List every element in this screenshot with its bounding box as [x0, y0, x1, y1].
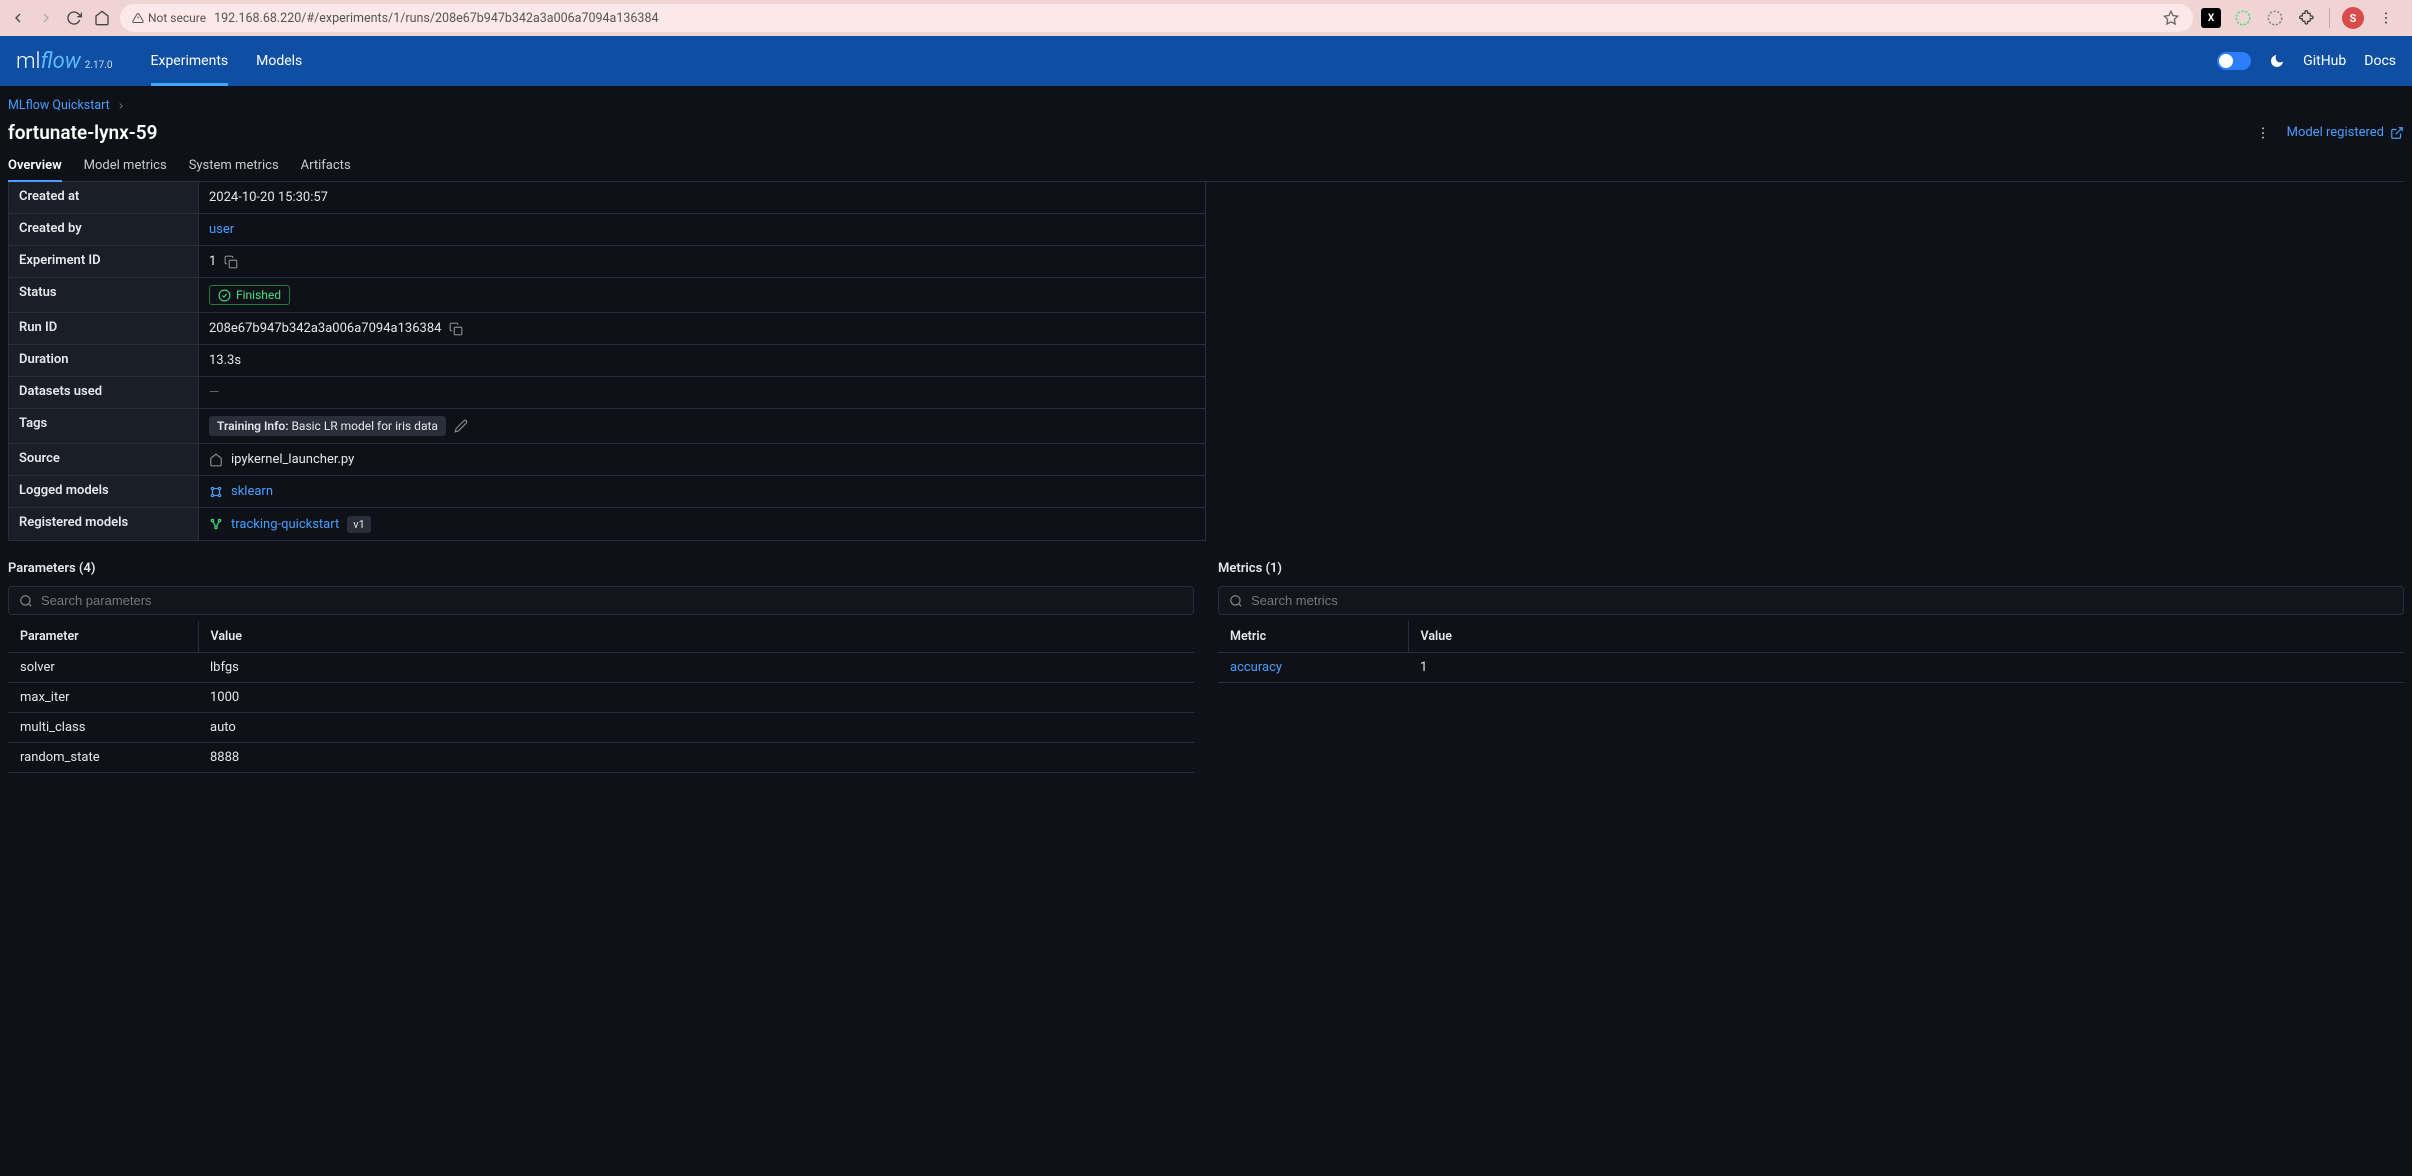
nav-experiments[interactable]: Experiments: [137, 36, 243, 86]
dark-mode-toggle[interactable]: [2217, 52, 2251, 70]
metrics-table: Metric Value accuracy 1: [1218, 621, 2404, 683]
not-secure-badge: Not secure: [132, 11, 206, 25]
extension-icon-1[interactable]: X: [2201, 8, 2221, 28]
table-row: random_state8888: [8, 743, 1194, 773]
bookmark-star-icon[interactable]: [2161, 8, 2181, 28]
table-row: multi_classauto: [8, 713, 1194, 743]
tab-artifacts[interactable]: Artifacts: [301, 152, 351, 181]
row-run-id: Run ID 208e67b947b342a3a006a7094a136384: [9, 313, 1205, 345]
run-tabs: Overview Model metrics System metrics Ar…: [8, 152, 2404, 182]
extension-icon-3[interactable]: [2265, 8, 2285, 28]
metric-link[interactable]: accuracy: [1230, 660, 1282, 675]
edit-icon[interactable]: [454, 419, 468, 433]
search-icon: [19, 594, 33, 608]
moon-icon: [2269, 53, 2285, 69]
extension-icon-2[interactable]: [2233, 8, 2253, 28]
chrome-menu-icon[interactable]: [2376, 8, 2396, 28]
row-logged-models: Logged models sklearn: [9, 476, 1205, 508]
table-row: accuracy 1: [1218, 653, 2404, 683]
tab-overview[interactable]: Overview: [8, 152, 62, 181]
model-registered-link[interactable]: Model registered: [2287, 125, 2404, 140]
row-source: Source ipykernel_launcher.py: [9, 444, 1205, 476]
row-created-at: Created at 2024-10-20 15:30:57: [9, 182, 1205, 214]
metrics-search[interactable]: [1218, 586, 2404, 615]
top-nav: mlflow 2.17.0 Experiments Models GitHub …: [0, 36, 2412, 86]
row-duration: Duration 13.3s: [9, 345, 1205, 377]
nav-models[interactable]: Models: [242, 36, 316, 86]
github-link[interactable]: GitHub: [2303, 53, 2346, 69]
row-created-by: Created by user: [9, 214, 1205, 246]
parameters-title: Parameters (4): [8, 561, 1194, 586]
docs-link[interactable]: Docs: [2364, 53, 2396, 69]
url-text: 192.168.68.220/#/experiments/1/runs/208e…: [214, 11, 658, 26]
run-body: Created at 2024-10-20 15:30:57 Created b…: [8, 182, 2404, 1176]
tag-badge: Training Info: Basic LR model for iris d…: [209, 416, 446, 436]
back-button[interactable]: [8, 8, 28, 28]
tab-model-metrics[interactable]: Model metrics: [84, 152, 167, 181]
run-header: fortunate-lynx-59 Model registered: [8, 121, 2404, 152]
details-table: Created at 2024-10-20 15:30:57 Created b…: [8, 182, 1206, 541]
forward-button[interactable]: [36, 8, 56, 28]
kebab-menu-icon[interactable]: [2255, 125, 2271, 141]
row-datasets: Datasets used —: [9, 377, 1205, 409]
profile-avatar[interactable]: S: [2342, 7, 2364, 29]
metrics-search-input[interactable]: [1251, 593, 2393, 608]
metrics-panel: Metrics (1) Metric Value accuracy: [1218, 561, 2404, 773]
table-row: solverlbfgs: [8, 653, 1194, 683]
lower-panels: Parameters (4) Parameter Value solverlbf…: [8, 561, 2404, 773]
row-tags: Tags Training Info: Basic LR model for i…: [9, 409, 1205, 444]
home-icon: [209, 453, 223, 467]
row-experiment-id: Experiment ID 1: [9, 246, 1205, 278]
url-bar[interactable]: Not secure 192.168.68.220/#/experiments/…: [120, 4, 2193, 32]
parameters-search[interactable]: [8, 586, 1194, 615]
logged-model-link[interactable]: sklearn: [231, 484, 273, 499]
row-status: Status Finished: [9, 278, 1205, 313]
model-icon: [209, 485, 223, 499]
registered-icon: [209, 517, 223, 531]
parameters-search-input[interactable]: [41, 593, 1183, 608]
status-badge: Finished: [209, 285, 290, 305]
version-badge: v1: [347, 516, 371, 533]
tab-system-metrics[interactable]: System metrics: [189, 152, 279, 181]
breadcrumb: MLflow Quickstart: [8, 94, 2404, 121]
mlflow-logo[interactable]: mlflow 2.17.0: [16, 49, 113, 74]
chevron-right-icon: [116, 101, 126, 111]
registered-model-link[interactable]: tracking-quickstart: [231, 517, 339, 532]
row-registered-models: Registered models tracking-quickstart v1: [9, 508, 1205, 540]
chrome-extensions: X S: [2201, 7, 2404, 29]
copy-icon[interactable]: [449, 322, 463, 336]
parameters-table: Parameter Value solverlbfgs max_iter1000…: [8, 621, 1194, 773]
run-title: fortunate-lynx-59: [8, 121, 157, 144]
parameters-panel: Parameters (4) Parameter Value solverlbf…: [8, 561, 1194, 773]
search-icon: [1229, 594, 1243, 608]
browser-chrome: Not secure 192.168.68.220/#/experiments/…: [0, 0, 2412, 36]
divider: [2329, 8, 2330, 28]
breadcrumb-parent[interactable]: MLflow Quickstart: [8, 98, 110, 113]
copy-icon[interactable]: [224, 255, 238, 269]
content-area: MLflow Quickstart fortunate-lynx-59 Mode…: [0, 86, 2412, 1176]
reload-button[interactable]: [64, 8, 84, 28]
extensions-puzzle-icon[interactable]: [2297, 8, 2317, 28]
home-button[interactable]: [92, 8, 112, 28]
metrics-title: Metrics (1): [1218, 561, 2404, 586]
table-row: max_iter1000: [8, 683, 1194, 713]
created-by-link[interactable]: user: [209, 222, 234, 237]
